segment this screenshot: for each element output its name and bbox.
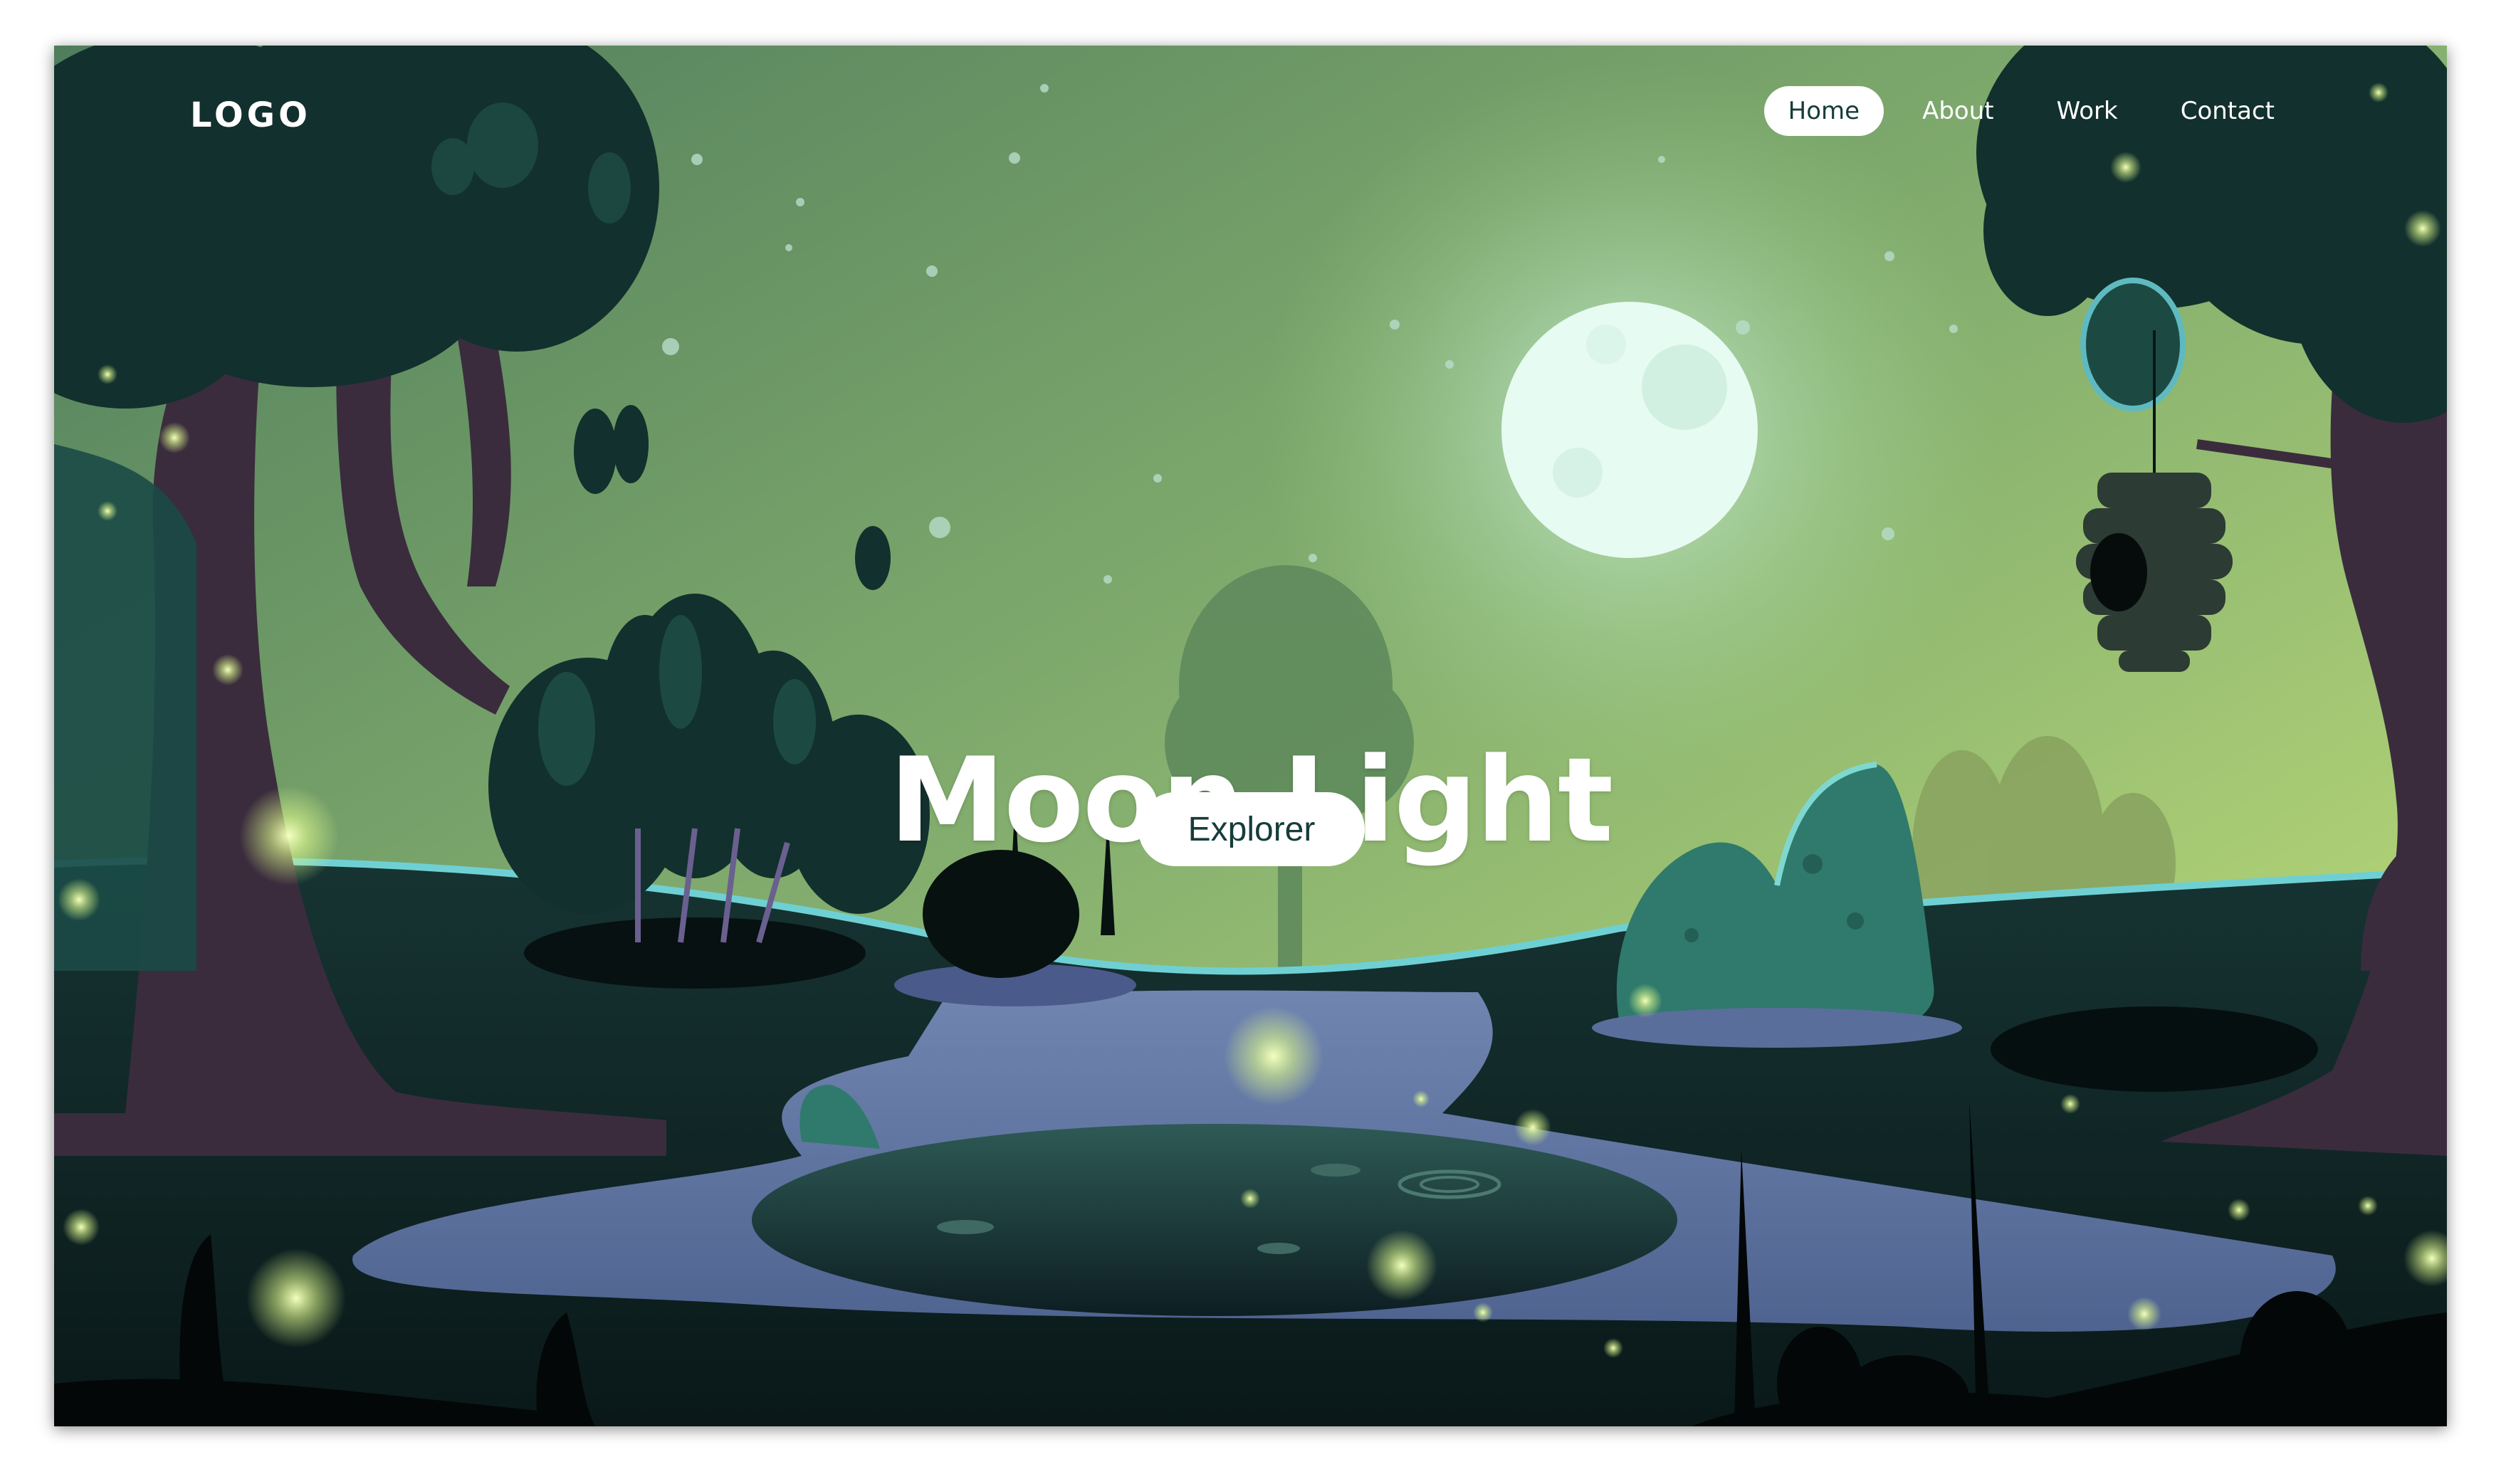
explorer-button[interactable]: Explorer [1138, 792, 1365, 866]
main-nav: Home About Work Contact [1750, 86, 2299, 136]
nav-item-about[interactable]: About [1898, 86, 2018, 136]
nav-item-home[interactable]: Home [1763, 86, 1884, 136]
logo[interactable]: LOGO [190, 95, 311, 135]
nav-item-contact[interactable]: Contact [2156, 86, 2299, 136]
nav-item-work[interactable]: Work [2033, 86, 2142, 136]
browser-frame: LOGO Home About Work Contact Moon Light … [54, 46, 2447, 1426]
